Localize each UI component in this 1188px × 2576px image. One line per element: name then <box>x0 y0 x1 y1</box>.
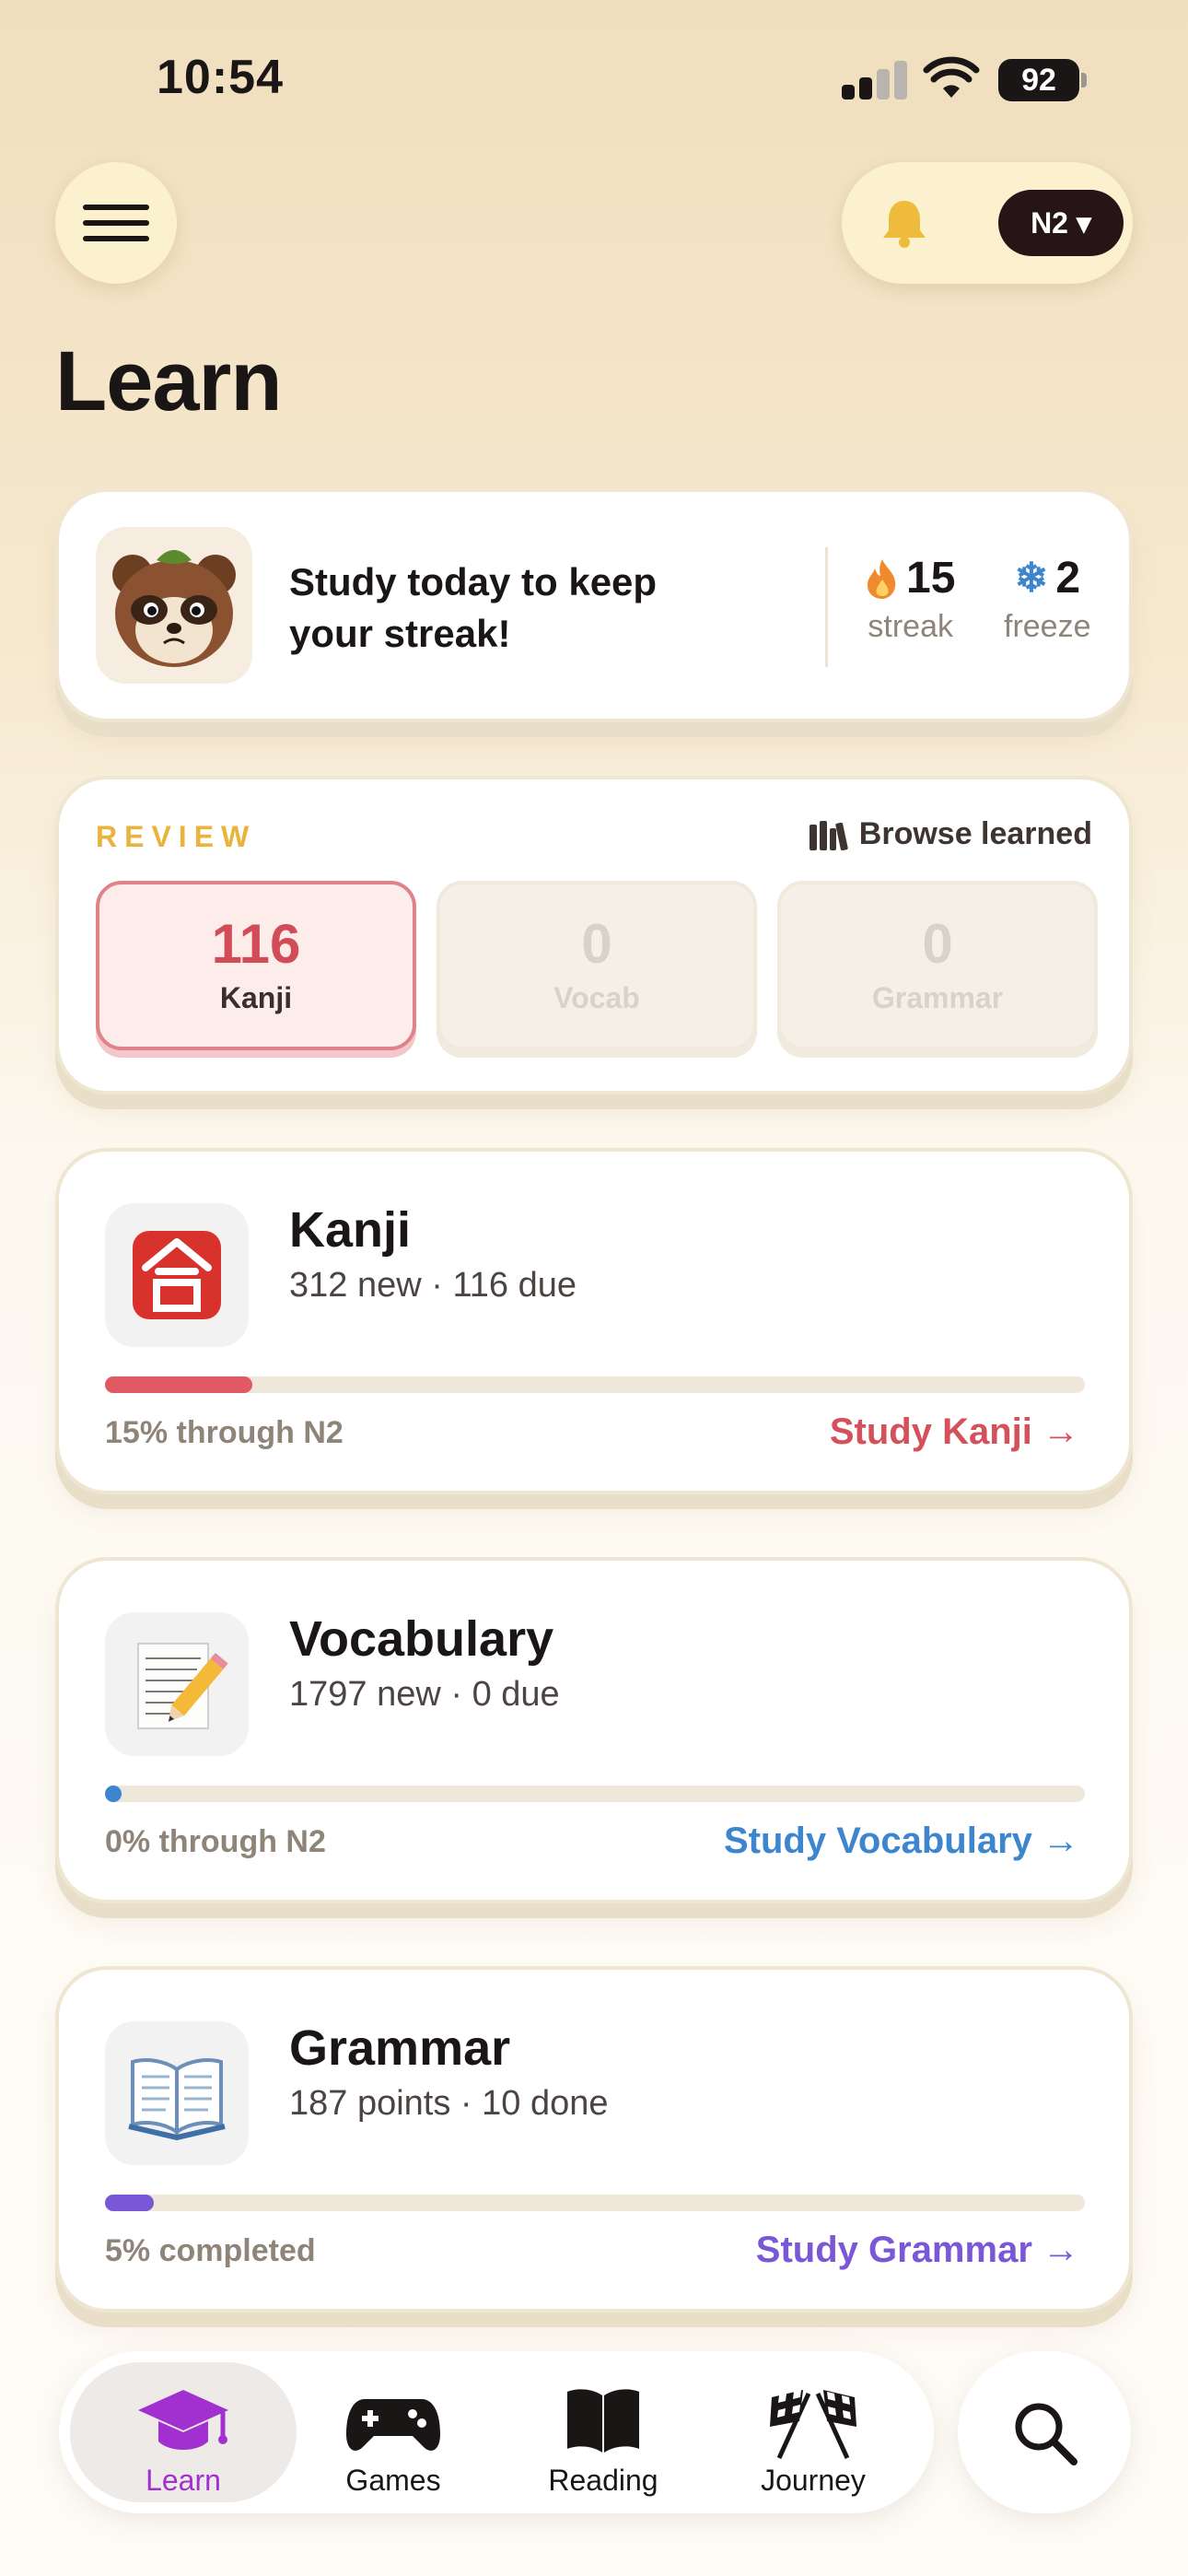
page-title: Learn <box>55 334 283 428</box>
books-icon <box>809 820 848 850</box>
study-vocabulary-button[interactable]: Study Vocabulary → <box>724 1821 1079 1862</box>
deck-progress-text: 0% through N2 <box>105 1824 326 1859</box>
wifi-icon <box>923 56 980 98</box>
browse-learned-link[interactable]: Browse learned <box>808 816 1092 852</box>
nav-label-journey: Journey <box>761 2464 866 2497</box>
book-icon <box>567 2389 639 2453</box>
search-button[interactable] <box>958 2351 1131 2513</box>
nav-label-reading: Reading <box>548 2464 658 2497</box>
deck-title: Vocabulary <box>289 1611 554 1667</box>
bottom-nav: Learn Games Reading Journey <box>59 2351 934 2513</box>
deck-card-kanji[interactable]: Kanji 312 new · 116 due 15% through N2 S… <box>55 1148 1133 1494</box>
review-title: REVIEW <box>96 820 257 853</box>
deck-progress-text: 5% completed <box>105 2233 316 2268</box>
streak-message: Study today to keep your streak! <box>289 560 658 655</box>
deck-card-grammar[interactable]: Grammar 187 points · 10 done 5% complete… <box>55 1966 1133 2313</box>
deck-title: Grammar <box>289 2020 511 2076</box>
deck-subtitle: 187 points · 10 done <box>289 2084 609 2123</box>
search-icon <box>1015 2403 1077 2465</box>
nav-item-journey[interactable]: Journey <box>700 2362 926 2502</box>
streak-count: 15 <box>906 554 956 603</box>
review-vocab-label: Vocab <box>553 981 640 1014</box>
cellular-signal-icon <box>842 61 908 100</box>
nav-label-learn: Learn <box>146 2464 221 2497</box>
tanuki-mascot-icon <box>96 527 252 684</box>
review-tile-kanji[interactable]: 116 Kanji <box>96 881 416 1050</box>
nav-item-learn[interactable]: Learn <box>70 2362 297 2502</box>
freeze-count: 2 <box>1055 554 1081 603</box>
deck-progress-fill <box>105 1786 122 1802</box>
review-kanji-label: Kanji <box>219 981 293 1014</box>
review-card: REVIEW Browse learned 116 Kanji 0 Vocab … <box>55 776 1133 1095</box>
study-kanji-button[interactable]: Study Kanji → <box>830 1411 1079 1453</box>
freeze-stat: ❄ 2 freeze <box>1004 553 1091 645</box>
header-actions: N2 ▾ <box>842 162 1133 284</box>
deck-progress-text: 15% through N2 <box>105 1415 344 1450</box>
review-kanji-count: 116 <box>211 913 301 975</box>
deck-progress-bar <box>105 2195 1085 2211</box>
battery-level: 92 <box>998 59 1079 101</box>
status-time: 10:54 <box>157 51 284 104</box>
battery-icon: 92 <box>998 59 1087 101</box>
kanji-gou-icon <box>105 1203 249 1347</box>
nav-label-games: Games <box>345 2464 441 2497</box>
level-selector-button[interactable]: N2 ▾ <box>998 190 1124 256</box>
graduation-cap-icon <box>138 2390 228 2450</box>
bell-icon[interactable] <box>877 195 932 251</box>
snowflake-icon: ❄ <box>1014 556 1049 601</box>
menu-button[interactable] <box>55 162 177 284</box>
deck-progress-fill <box>105 2195 155 2211</box>
deck-title: Kanji <box>289 1202 412 1258</box>
streak-card[interactable]: Study today to keep your streak! 15 stre… <box>55 488 1133 722</box>
deck-progress-fill <box>105 1376 252 1393</box>
review-tile-grammar[interactable]: 0 Grammar <box>777 881 1098 1050</box>
deck-progress-bar <box>105 1786 1085 1802</box>
deck-card-vocabulary[interactable]: Vocabulary 1797 new · 0 due 0% through N… <box>55 1557 1133 1903</box>
streak-stat: 15 streak <box>866 553 955 645</box>
browse-learned-label: Browse learned <box>858 816 1092 851</box>
gamepad-icon <box>346 2399 440 2451</box>
deck-progress-bar <box>105 1376 1085 1393</box>
nav-item-reading[interactable]: Reading <box>490 2362 716 2502</box>
memo-pencil-icon <box>105 1612 249 1756</box>
freeze-label: freeze <box>1004 609 1091 644</box>
checkered-flags-icon <box>770 2390 856 2460</box>
review-grammar-count: 0 <box>922 913 953 975</box>
deck-subtitle: 312 new · 116 due <box>289 1266 577 1305</box>
nav-item-games[interactable]: Games <box>280 2362 507 2502</box>
review-grammar-label: Grammar <box>871 981 1004 1014</box>
deck-subtitle: 1797 new · 0 due <box>289 1675 560 1714</box>
study-grammar-button[interactable]: Study Grammar → <box>756 2230 1079 2271</box>
review-vocab-count: 0 <box>581 913 612 975</box>
flame-icon <box>868 558 896 599</box>
review-tile-vocab[interactable]: 0 Vocab <box>437 881 757 1050</box>
streak-label: streak <box>868 609 953 644</box>
open-book-icon <box>105 2021 249 2165</box>
